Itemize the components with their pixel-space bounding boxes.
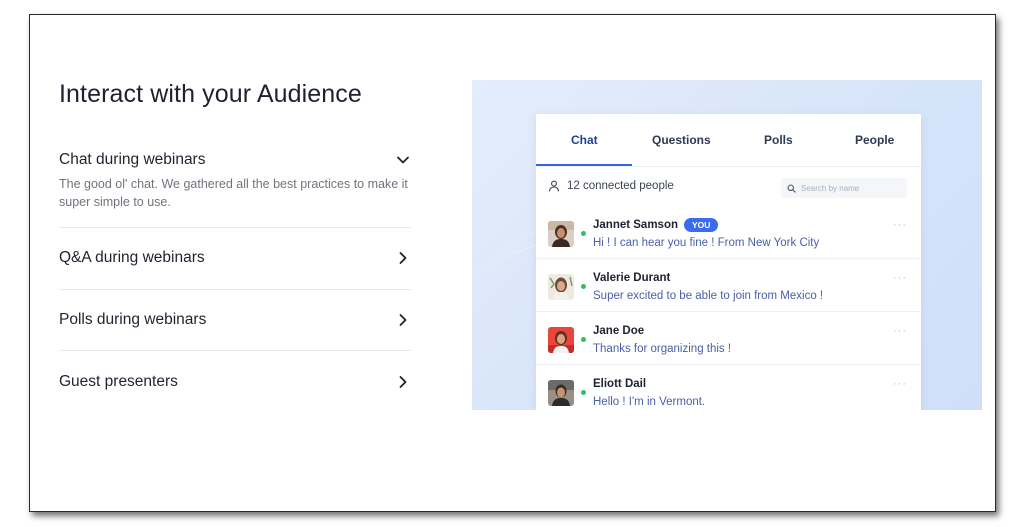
accordion-item-polls[interactable]: Polls during webinars [59,308,411,332]
accordion-item-guests[interactable]: Guest presenters [59,370,411,394]
message-author: Jane Doe [593,325,645,337]
accordion-item-chat[interactable]: Chat during webinars The good ol' chat. … [59,148,411,211]
avatar [548,221,574,247]
more-options-icon[interactable]: ··· [893,378,907,390]
search-input[interactable] [799,182,903,194]
accordion-description-chat: The good ol' chat. We gathered all the b… [59,177,408,209]
chat-card: Chat Questions Polls People 12 connected… [536,114,921,410]
connected-count-label: 12 connected people [567,180,674,192]
person-icon [549,180,559,192]
accordion-item-qa[interactable]: Q&A during webinars [59,246,411,270]
accordion-header-qa[interactable]: Q&A during webinars [59,246,411,270]
chat-message: Eliott Dail Hello ! I'm in Vermont. ··· [536,364,921,410]
chevron-down-icon[interactable] [395,152,411,168]
accordion-header-guests[interactable]: Guest presenters [59,370,411,394]
you-badge: YOU [684,218,719,232]
chevron-right-icon[interactable] [395,312,411,328]
page-title: Interact with your Audience [59,80,362,108]
accordion-title-polls: Polls during webinars [59,311,207,328]
message-author: Jannet Samson [593,219,678,231]
message-text: Super excited to be able to join from Me… [593,290,824,302]
accordion-header-polls[interactable]: Polls during webinars [59,308,411,332]
avatar [548,327,574,353]
avatar [548,274,574,300]
more-options-icon[interactable]: ··· [893,272,907,284]
tab-chat[interactable]: Chat [571,133,598,147]
message-author: Eliott Dail [593,378,647,390]
chevron-right-icon[interactable] [395,374,411,390]
active-tab-indicator [536,164,632,166]
divider [59,289,411,290]
chat-tabs: Chat Questions Polls People [536,114,921,167]
accordion-header-chat[interactable]: Chat during webinars [59,148,411,172]
accordion-title-guests: Guest presenters [59,373,178,390]
divider [59,350,411,351]
online-indicator [581,390,586,395]
chat-preview-panel: Chat Questions Polls People 12 connected… [472,80,982,410]
message-text: Hello ! I'm in Vermont. [593,396,706,408]
online-indicator [581,337,586,342]
search-box[interactable] [781,178,907,198]
message-author: Valerie Durant [593,272,671,284]
tab-polls[interactable]: Polls [764,133,793,147]
tab-people[interactable]: People [855,133,894,147]
accordion-title-qa: Q&A during webinars [59,249,205,266]
divider [59,227,411,228]
accordion-title-chat: Chat during webinars [59,151,206,168]
chat-message: Jane Doe Thanks for organizing this ! ··… [536,311,921,364]
online-indicator [581,231,586,236]
avatar [548,380,574,406]
chat-message: Jannet Samson YOU Hi ! I can hear you fi… [536,206,921,258]
more-options-icon[interactable]: ··· [893,325,907,337]
message-text: Hi ! I can hear you fine ! From New York… [593,237,820,249]
connected-count: 12 connected people [548,180,674,192]
more-options-icon[interactable]: ··· [893,219,907,231]
message-text: Thanks for organizing this ! [593,343,732,355]
chevron-right-icon[interactable] [395,250,411,266]
search-icon [787,183,796,193]
chat-message: Valerie Durant Super excited to be able … [536,258,921,311]
online-indicator [581,284,586,289]
tab-questions[interactable]: Questions [652,133,711,147]
message-list: Jannet Samson YOU Hi ! I can hear you fi… [536,206,921,410]
